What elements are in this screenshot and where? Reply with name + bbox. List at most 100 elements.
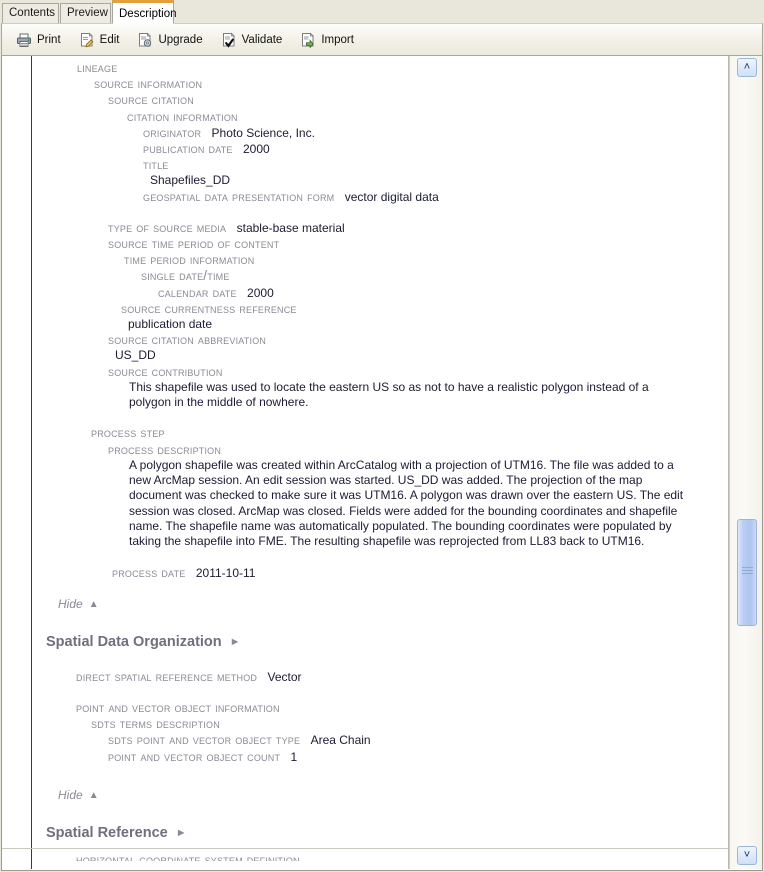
upgrade-button-label: Upgrade [158, 33, 203, 46]
type-of-source-media-row: Type of Source Media stable-base materia… [108, 220, 728, 236]
single-date-time-label: Single Date/Time [141, 268, 230, 284]
validate-button-label: Validate [241, 33, 283, 46]
sdts-object-type-row: SDTS Point and Vector Object Type Area C… [108, 732, 728, 748]
hide-spatial-data-organization-toggle[interactable]: Hide ▲ [58, 787, 728, 804]
single-date-time-row: Single Date/Time [141, 268, 728, 284]
process-date-row: Process Date 2011-10-11 [112, 564, 728, 581]
direct-spatial-reference-method-label: Direct Spatial Reference Method [76, 668, 258, 684]
tab-description[interactable]: Description [112, 0, 177, 23]
source-currentness-value: publication date [128, 317, 213, 332]
object-count-label: Point and Vector Object Count [108, 748, 281, 764]
process-step-label: Process Step [91, 425, 165, 441]
chevron-up-icon: ˄ [743, 61, 751, 73]
originator-value: Photo Science, Inc. [211, 125, 315, 140]
horizontal-coordinate-system-definition-label: Horizontal Coordinate System Definition [76, 851, 300, 861]
scroll-up-button[interactable]: ˄ [737, 58, 757, 77]
scrollbar-grip-icon [742, 567, 753, 576]
point-and-vector-object-information-row: Point and Vector Object Information [76, 700, 728, 716]
sdts-terms-description-label: SDTS Terms Description [91, 716, 220, 732]
source-citation-label: Source Citation [108, 92, 194, 108]
tab-preview-label: Preview [67, 7, 108, 19]
import-button[interactable]: Import [296, 27, 362, 52]
process-date-label: Process Date [112, 564, 186, 580]
process-date-value: 2011-10-11 [195, 565, 256, 580]
print-button[interactable]: Print [12, 27, 69, 52]
publication-date-label: Publication Date [143, 141, 233, 157]
scrollbar-thumb[interactable] [737, 519, 757, 626]
geospatial-form-label: Geospatial Data Presentation Form [143, 188, 335, 204]
section-spatial-reference-label: Spatial Reference [46, 824, 168, 841]
tab-description-label: Description [119, 8, 177, 20]
upgrade-button[interactable]: Upgrade [133, 27, 210, 52]
originator-label: Originator [143, 124, 202, 140]
sdts-object-type-label: SDTS Point and Vector Object Type [108, 732, 301, 748]
source-citation-abbrev-value: US_DD [115, 348, 156, 363]
geospatial-form-row: Geospatial Data Presentation Form vector… [143, 188, 728, 205]
collapse-up-arrow-icon: ▲ [88, 789, 99, 801]
publication-date-value: 2000 [242, 142, 270, 157]
source-citation-row: Source Citation [108, 92, 728, 108]
expand-right-arrow-icon: ► [175, 826, 187, 839]
edit-document-icon [79, 32, 95, 48]
source-currentness-row: Source Currentness Reference [121, 300, 728, 317]
citation-information-row: Citation Information [127, 108, 728, 125]
title-value: Shapefiles_DD [150, 173, 231, 188]
tab-preview[interactable]: Preview [60, 3, 111, 23]
section-separator: Horizontal Coordinate System Definition [2, 847, 728, 861]
direct-spatial-reference-method-value: Vector [267, 669, 302, 684]
view-tab-strip: Contents Preview Description [0, 0, 764, 23]
source-citation-abbrev-row: Source Citation Abbreviation [108, 332, 728, 348]
chevron-down-icon: ˅ [743, 849, 751, 861]
title-label: Title [143, 157, 169, 173]
validate-button[interactable]: Validate [217, 27, 291, 52]
section-spatial-data-organization[interactable]: Spatial Data Organization ► [46, 633, 728, 651]
tab-contents[interactable]: Contents [2, 3, 59, 23]
description-panel: Lineage Source Information Source Citati… [1, 56, 763, 871]
upgrade-document-icon [137, 32, 153, 48]
source-information-row: Source Information [94, 76, 728, 92]
time-period-information-row: Time Period Information [124, 252, 728, 268]
title-row: Title [143, 157, 728, 173]
source-citation-abbrev-label: Source Citation Abbreviation [108, 332, 267, 348]
process-description-value: A polygon shapefile was created within A… [129, 457, 684, 549]
title-value-row: Shapefiles_DD [143, 173, 728, 188]
time-period-information-label: Time Period Information [124, 252, 255, 268]
section-spatial-reference[interactable]: Spatial Reference ► [46, 824, 728, 842]
lineage-label: Lineage [77, 60, 118, 75]
process-step-row: Process Step [91, 425, 728, 441]
import-document-icon [300, 32, 316, 49]
source-information-label: Source Information [94, 76, 203, 92]
source-currentness-label: Source Currentness Reference [121, 300, 297, 316]
hide-lineage-toggle[interactable]: Hide ▲ [58, 596, 728, 613]
calendar-date-row: Calendar Date 2000 [158, 284, 728, 301]
source-contribution-row: Source Contribution [108, 363, 728, 380]
process-description-label: Process Description [108, 441, 222, 457]
edit-button[interactable]: Edit [75, 27, 128, 52]
hide-lineage-label: Hide [58, 596, 83, 611]
catalog-description-window: Contents Preview Description Print Edit … [0, 0, 764, 872]
direct-spatial-reference-method-row: Direct Spatial Reference Method Vector [76, 668, 728, 685]
collapse-up-arrow-icon: ▲ [88, 598, 99, 610]
scroll-down-button[interactable]: ˅ [737, 846, 757, 865]
object-count-row: Point and Vector Object Count 1 [108, 748, 728, 765]
metadata-document: Lineage Source Information Source Citati… [2, 56, 728, 861]
horizontal-coordinate-system-definition-row: Horizontal Coordinate System Definition [2, 851, 728, 861]
object-count-value: 1 [290, 749, 298, 764]
validate-check-icon [221, 32, 237, 48]
lineage-heading-row: Lineage [77, 60, 728, 76]
edit-button-label: Edit [99, 33, 120, 46]
originator-row: Originator Photo Science, Inc. [143, 124, 728, 141]
vertical-scrollbar[interactable]: ˄ ˅ [729, 56, 762, 869]
source-contribution-value: This shapefile was used to locate the ea… [129, 379, 649, 410]
source-contribution-label: Source Contribution [108, 363, 223, 379]
geospatial-form-value: vector digital data [344, 189, 439, 204]
source-time-period-row: Source Time Period of Content [108, 236, 728, 252]
calendar-date-label: Calendar Date [158, 284, 237, 300]
citation-information-label: Citation Information [127, 108, 238, 124]
